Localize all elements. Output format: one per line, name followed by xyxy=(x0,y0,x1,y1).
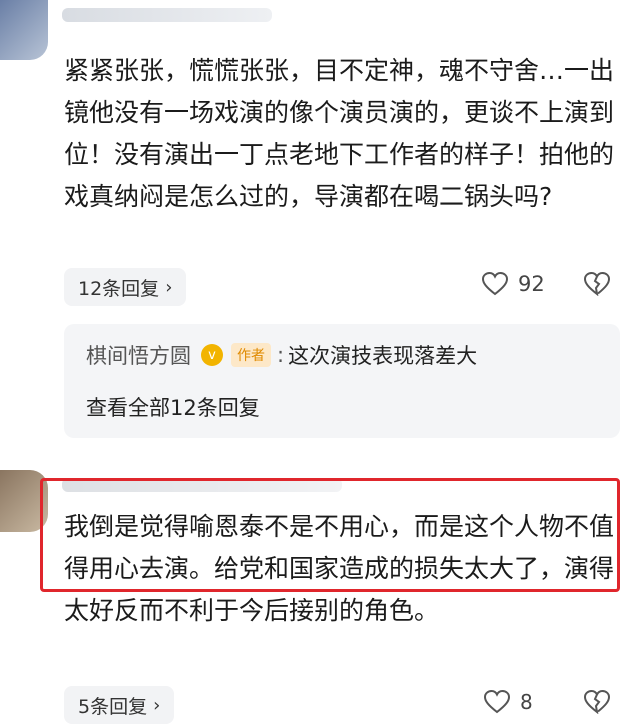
replies-label: 12条回复 xyxy=(78,277,160,300)
broken-heart-icon xyxy=(583,271,611,297)
chevron-right-icon: › xyxy=(153,694,161,716)
avatar[interactable] xyxy=(0,0,48,60)
comment-text: 紧紧张张，慌慌张张，目不定神，魂不守舍…一出镜他没有一场戏演的像个演员演的，更谈… xyxy=(64,56,615,211)
like-button[interactable]: 8 xyxy=(484,690,533,714)
reply-text: 这次演技表现落差大 xyxy=(288,344,478,368)
highlight-box xyxy=(40,478,620,592)
heart-icon xyxy=(482,272,508,296)
like-count: 8 xyxy=(520,690,533,714)
username-blurred xyxy=(62,8,272,22)
verified-badge-icon: v xyxy=(201,344,223,366)
replies-button[interactable]: 12条回复 › xyxy=(64,268,187,306)
dislike-button[interactable] xyxy=(583,689,611,718)
broken-heart-icon xyxy=(583,689,611,715)
view-all-replies-link[interactable]: 查看全部12条回复 xyxy=(86,392,260,422)
reply-username[interactable]: 棋间悟方圆 xyxy=(86,340,191,370)
heart-icon xyxy=(484,690,510,714)
chevron-right-icon: › xyxy=(165,276,173,298)
dislike-button[interactable] xyxy=(583,271,611,300)
like-count: 92 xyxy=(518,272,545,296)
like-button[interactable]: 92 xyxy=(482,272,545,296)
replies-label: 5条回复 xyxy=(78,695,148,718)
reply-preview-line: 棋间悟方圆 v 作者 : 这次演技表现落差大 xyxy=(86,340,477,370)
replies-button[interactable]: 5条回复 › xyxy=(64,686,175,724)
author-tag: 作者 xyxy=(231,343,271,367)
separator: : xyxy=(277,343,285,367)
